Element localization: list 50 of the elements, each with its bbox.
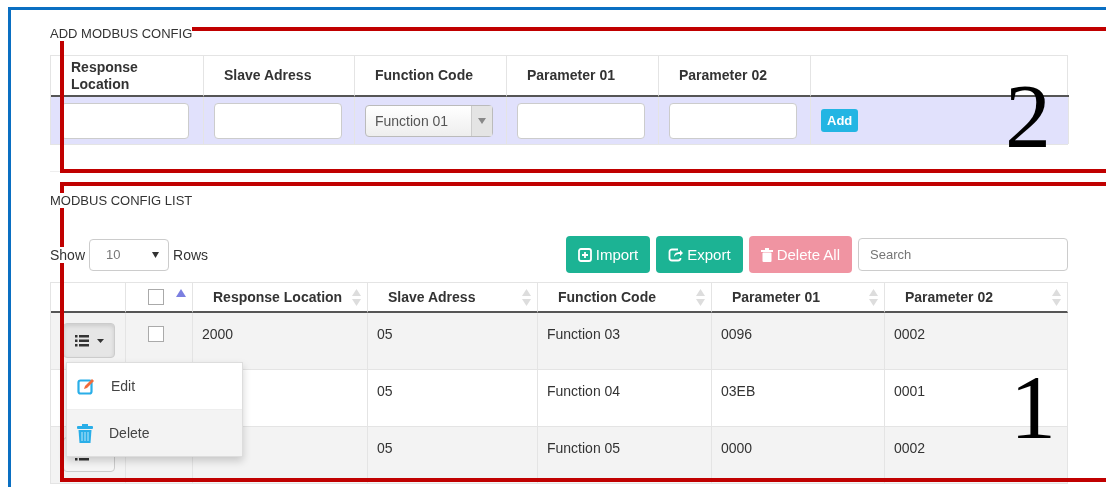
function-select[interactable]: Function 01 — [365, 104, 493, 137]
show-label: Show — [50, 246, 86, 263]
plus-square-icon — [577, 247, 592, 262]
actions-button[interactable] — [63, 323, 115, 358]
sort-icon[interactable] — [352, 288, 361, 306]
menu-item[interactable]: Delete — [67, 409, 242, 456]
sort-arrow-icon[interactable] — [176, 289, 186, 297]
column-header[interactable]: Response Location — [213, 289, 343, 305]
checkbox[interactable] — [148, 326, 164, 342]
column-header[interactable]: Slave Adress — [388, 289, 476, 305]
trash-icon — [77, 423, 93, 443]
input-field[interactable] — [517, 102, 645, 139]
column-header[interactable]: Parameter 01 — [732, 289, 820, 305]
caret-icon — [96, 338, 104, 343]
table-cell: 05 — [377, 383, 393, 399]
page-size-select[interactable]: 10 — [89, 238, 170, 271]
table-cell: Function 05 — [547, 440, 621, 456]
caret-icon — [152, 251, 160, 258]
table-cell: 05 — [377, 440, 393, 456]
input-field[interactable] — [669, 102, 797, 139]
sort-icon[interactable] — [522, 288, 531, 306]
caret-icon — [478, 117, 486, 124]
section-title: MODBUS CONFIG LIST — [50, 193, 193, 208]
table-cell: 0096 — [721, 326, 753, 342]
input-field[interactable] — [214, 102, 342, 139]
column-header[interactable]: Function Code — [558, 289, 656, 305]
table-cell: Function 03 — [547, 326, 621, 342]
table-cell: 0000 — [721, 440, 753, 456]
trash-icon — [760, 247, 773, 262]
table-cell: 2000 — [202, 326, 234, 342]
table-cell: 0002 — [894, 440, 926, 456]
menu-item[interactable]: Edit — [67, 363, 242, 409]
sort-icon[interactable] — [869, 288, 878, 306]
section-title: ADD MODBUS CONFIG — [50, 26, 193, 41]
table-cell: Function 04 — [547, 383, 621, 399]
annotation-number: 1 — [1010, 361, 1056, 453]
table-cell: 0001 — [894, 383, 926, 399]
table-cell: 0002 — [894, 326, 926, 342]
search-field[interactable]: Search — [858, 238, 1068, 271]
column-header[interactable]: Parameter 02 — [905, 289, 993, 305]
table-cell: 05 — [377, 326, 393, 342]
sort-icon[interactable] — [696, 288, 705, 306]
sort-icon[interactable] — [1052, 288, 1061, 306]
table-cell: 03EB — [721, 383, 756, 399]
share-icon — [668, 247, 684, 262]
edit-icon — [77, 377, 95, 395]
rows-label: Rows — [173, 246, 209, 263]
input-field[interactable] — [61, 102, 189, 139]
annotation-number: 2 — [1005, 70, 1051, 162]
checkbox[interactable] — [148, 289, 164, 305]
